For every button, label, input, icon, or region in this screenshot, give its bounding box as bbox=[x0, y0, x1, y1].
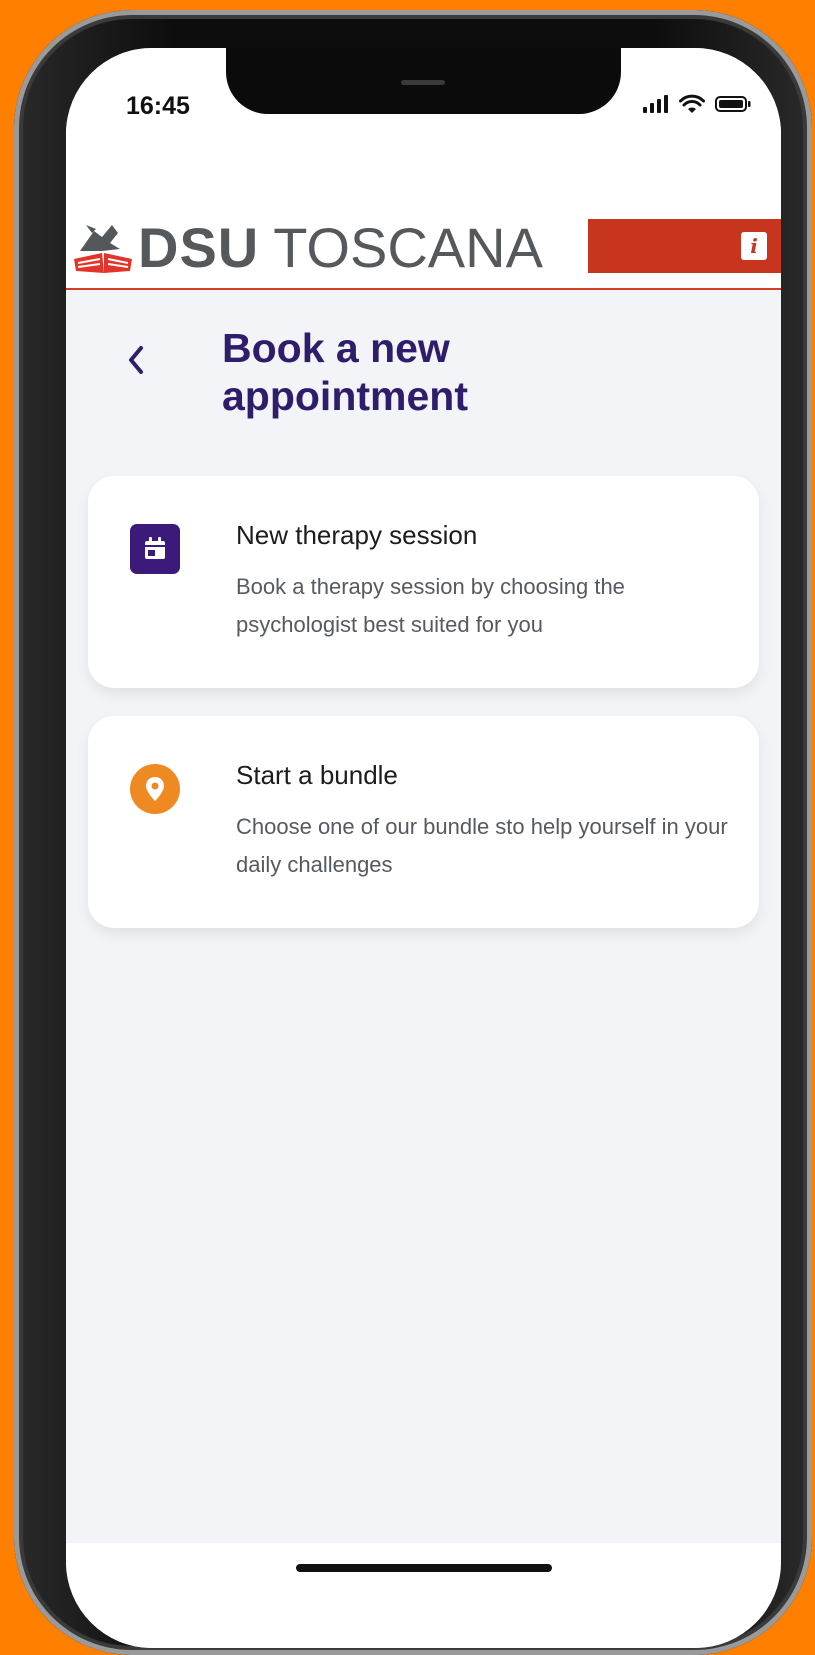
status-icons bbox=[643, 94, 751, 114]
status-time: 16:45 bbox=[126, 92, 190, 120]
pegasus-book-icon bbox=[74, 225, 132, 273]
option-description: Choose one of our bundle sto help yourse… bbox=[236, 814, 728, 877]
chevron-left-icon bbox=[129, 346, 143, 374]
info-band: i bbox=[588, 219, 781, 273]
home-area bbox=[66, 1543, 781, 1648]
wifi-icon bbox=[679, 94, 705, 113]
home-indicator[interactable] bbox=[296, 1564, 552, 1572]
app-header: DSU TOSCANA i bbox=[66, 168, 781, 290]
map-pin-icon bbox=[130, 764, 180, 814]
brand-dsu: DSU bbox=[138, 216, 260, 279]
signal-icon bbox=[643, 95, 668, 113]
option-description: Book a therapy session by choosing the p… bbox=[236, 574, 625, 637]
option-title: Start a bundle bbox=[236, 760, 398, 790]
option-card-bundle[interactable]: Start a bundle Choose one of our bundle … bbox=[88, 716, 759, 928]
speaker bbox=[401, 80, 445, 85]
back-button[interactable] bbox=[114, 338, 158, 382]
battery-icon bbox=[715, 96, 751, 112]
option-title: New therapy session bbox=[236, 520, 478, 550]
phone-screen: 16:45 DSU TOSCANA i Book a new appointme… bbox=[66, 48, 781, 1648]
option-card-therapy[interactable]: New therapy session Book a therapy sessi… bbox=[88, 476, 759, 688]
info-button[interactable]: i bbox=[741, 232, 767, 260]
notch bbox=[226, 48, 621, 114]
status-bar: 16:45 bbox=[66, 48, 781, 168]
header-divider bbox=[66, 288, 781, 290]
page-title: Book a new appointment bbox=[222, 325, 468, 419]
dsu-toscana-logo: DSU TOSCANA bbox=[72, 218, 543, 278]
calendar-icon bbox=[130, 524, 180, 574]
brand-toscana: TOSCANA bbox=[273, 216, 543, 279]
device-frame: 16:45 DSU TOSCANA i Book a new appointme… bbox=[0, 0, 815, 1655]
